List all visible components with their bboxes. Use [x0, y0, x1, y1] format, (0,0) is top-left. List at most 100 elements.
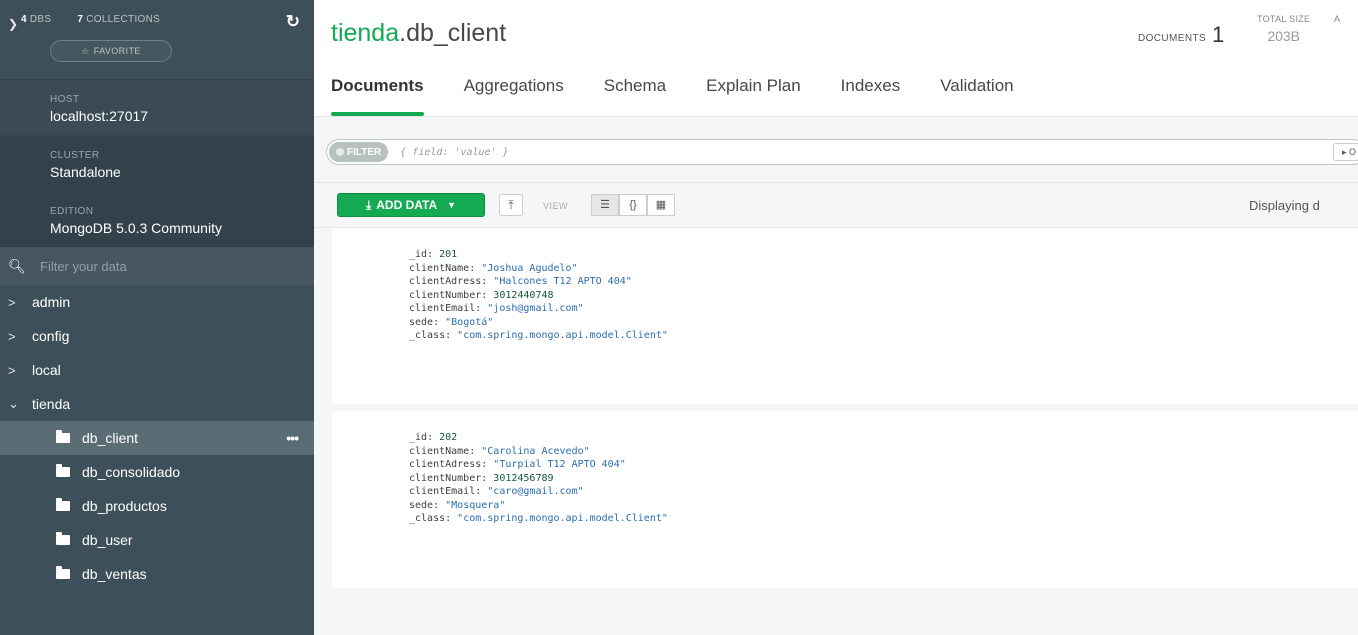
field-value: "Joshua Agudelo"	[481, 262, 578, 274]
sidebar-item-db-client[interactable]: db_client •••	[0, 421, 314, 455]
field-separator: :	[475, 303, 488, 314]
document-field[interactable]: _id: 202	[409, 431, 1358, 445]
document-card[interactable]: _id: 202 clientName: "Carolina Acevedo" cl…	[332, 411, 1358, 588]
dbs-count: 4	[21, 14, 27, 25]
sidebar-filter-input[interactable]: Filter your data	[40, 259, 127, 274]
sidebar-item-db-consolidado[interactable]: db_consolidado	[0, 455, 314, 489]
sidebar-header: ❯ 4 DBS 7 COLLECTIONS ↻ ☆ FAVORITE	[0, 0, 314, 79]
page-title: tienda.db_client	[331, 19, 506, 48]
database-label: admin	[32, 294, 71, 310]
instance-stats: 4 DBS 7 COLLECTIONS	[21, 14, 314, 25]
field-key: _class	[409, 330, 446, 341]
field-key: _id	[409, 432, 428, 443]
document-card[interactable]: _id: 201 clientName: "Joshua Agudelo" clie…	[332, 228, 1358, 404]
total-size-value: 203B	[1267, 28, 1301, 44]
field-separator: :	[481, 276, 494, 287]
document-field[interactable]: clientEmail: "caro@gmail.com"	[409, 485, 1358, 499]
filter-input[interactable]: FILTER { field: 'value' } ▸ O	[326, 139, 1358, 165]
sidebar-item-config[interactable]: > config	[0, 319, 314, 353]
field-value: "josh@gmail.com"	[487, 303, 584, 314]
chevron-down-icon[interactable]: ❯	[8, 17, 18, 31]
field-key: sede	[409, 316, 434, 328]
sidebar-item-db-user[interactable]: db_user	[0, 523, 314, 557]
document-field[interactable]: sede: "Bogotá"	[409, 316, 1358, 330]
field-key: clientName	[409, 445, 470, 457]
document-field[interactable]: clientAdress: "Halcones T12 APTO 404"	[409, 275, 1358, 289]
documents-label: DOCUMENTS	[1138, 33, 1207, 44]
upload-icon: ⤒	[508, 198, 514, 212]
field-key: clientName	[409, 262, 470, 274]
json-view-button[interactable]: {}	[619, 194, 647, 216]
filter-pill: FILTER	[329, 142, 389, 162]
tab-schema[interactable]: Schema	[604, 76, 666, 116]
collection-label: db_productos	[82, 498, 167, 514]
table-view-button[interactable]: ▦	[647, 194, 675, 216]
field-separator: :	[469, 262, 482, 274]
sidebar-item-db-productos[interactable]: db_productos	[0, 489, 314, 523]
info-key: HOST	[50, 94, 80, 105]
tab-documents[interactable]: Documents	[331, 76, 424, 116]
tab-explain-plan[interactable]: Explain Plan	[706, 76, 801, 116]
field-key: sede	[409, 499, 434, 511]
field-separator: :	[427, 249, 440, 260]
total-size-stat: TOTAL SIZE 203B	[1257, 14, 1310, 44]
document-field[interactable]: clientName: "Joshua Agudelo"	[409, 262, 1358, 276]
tab-aggregations[interactable]: Aggregations	[464, 76, 564, 116]
field-value: "Mosquera"	[445, 499, 506, 511]
view-label: VIEW	[543, 201, 569, 211]
list-view-button[interactable]: ☰	[591, 194, 619, 216]
folder-icon	[56, 532, 70, 545]
more-options-icon[interactable]: •••	[286, 430, 299, 446]
document-field[interactable]: clientNumber: 3012456789	[409, 472, 1358, 486]
field-separator: :	[481, 459, 494, 470]
database-label: local	[32, 362, 61, 378]
field-separator: :	[481, 472, 494, 484]
document-field[interactable]: clientEmail: "josh@gmail.com"	[409, 302, 1358, 316]
download-icon: ⤓	[365, 197, 372, 212]
add-data-button[interactable]: ⤓ ADD DATA ▼	[337, 193, 485, 217]
document-field[interactable]: clientAdress: "Turpial T12 APTO 404"	[409, 458, 1358, 472]
document-field[interactable]: clientNumber: 3012440748	[409, 289, 1358, 303]
field-value: 202	[439, 432, 458, 443]
documents-stat: DOCUMENTS 1	[1138, 24, 1224, 46]
sidebar-item-db-ventas[interactable]: db_ventas	[0, 557, 314, 591]
collection-tabs: Documents Aggregations Schema Explain Pl…	[331, 76, 1054, 116]
sidebar-item-local[interactable]: > local	[0, 353, 314, 387]
sidebar-item-admin[interactable]: > admin	[0, 285, 314, 319]
chevron-down-icon: ⌄	[8, 396, 19, 411]
field-value: "Halcones T12 APTO 404"	[493, 276, 632, 287]
field-key: _id	[409, 249, 428, 260]
tab-indexes[interactable]: Indexes	[841, 76, 901, 116]
search-icon: 🔍︎	[8, 257, 26, 274]
document-field[interactable]: _id: 201	[409, 248, 1358, 262]
main-panel: tienda.db_client DOCUMENTS 1 TOTAL SIZE …	[314, 0, 1358, 635]
field-key: clientAdress	[409, 459, 482, 470]
info-cluster: CLUSTER Standalone	[0, 135, 314, 191]
refresh-icon[interactable]: ↻	[286, 12, 300, 32]
document-field[interactable]: clientName: "Carolina Acevedo"	[409, 445, 1358, 459]
collection-label: db_client	[82, 430, 139, 446]
info-value: Standalone	[50, 164, 121, 180]
field-separator: :	[445, 330, 458, 341]
document-field[interactable]: _class: "com.spring.mongo.api.model.Clie…	[409, 512, 1358, 526]
export-button[interactable]: ⤒	[499, 194, 523, 216]
instance-info: HOST localhost:27017 CLUSTER Standalone …	[0, 79, 314, 247]
dbs-label: DBS	[29, 14, 52, 25]
document-field[interactable]: sede: "Mosquera"	[409, 499, 1358, 513]
options-button[interactable]: ▸ O	[1333, 143, 1358, 161]
folder-icon	[56, 464, 70, 477]
info-key: EDITION	[50, 206, 94, 217]
folder-icon	[56, 498, 70, 511]
favorite-label: FAVORITE	[93, 46, 141, 56]
field-key: clientEmail	[409, 486, 476, 497]
sidebar-item-tienda[interactable]: ⌄ tienda	[0, 387, 314, 421]
field-value: "Turpial T12 APTO 404"	[493, 459, 626, 470]
tab-validation[interactable]: Validation	[940, 76, 1013, 116]
field-value: "Bogotá"	[445, 316, 494, 328]
document-field[interactable]: _class: "com.spring.mongo.api.model.Clie…	[409, 329, 1358, 343]
favorite-button[interactable]: ☆ FAVORITE	[50, 40, 172, 62]
database-link[interactable]: tienda	[331, 19, 399, 47]
field-key: clientEmail	[409, 303, 476, 314]
sidebar-filter[interactable]: 🔍︎ Filter your data	[0, 247, 314, 285]
chevron-right-icon: >	[8, 294, 16, 310]
